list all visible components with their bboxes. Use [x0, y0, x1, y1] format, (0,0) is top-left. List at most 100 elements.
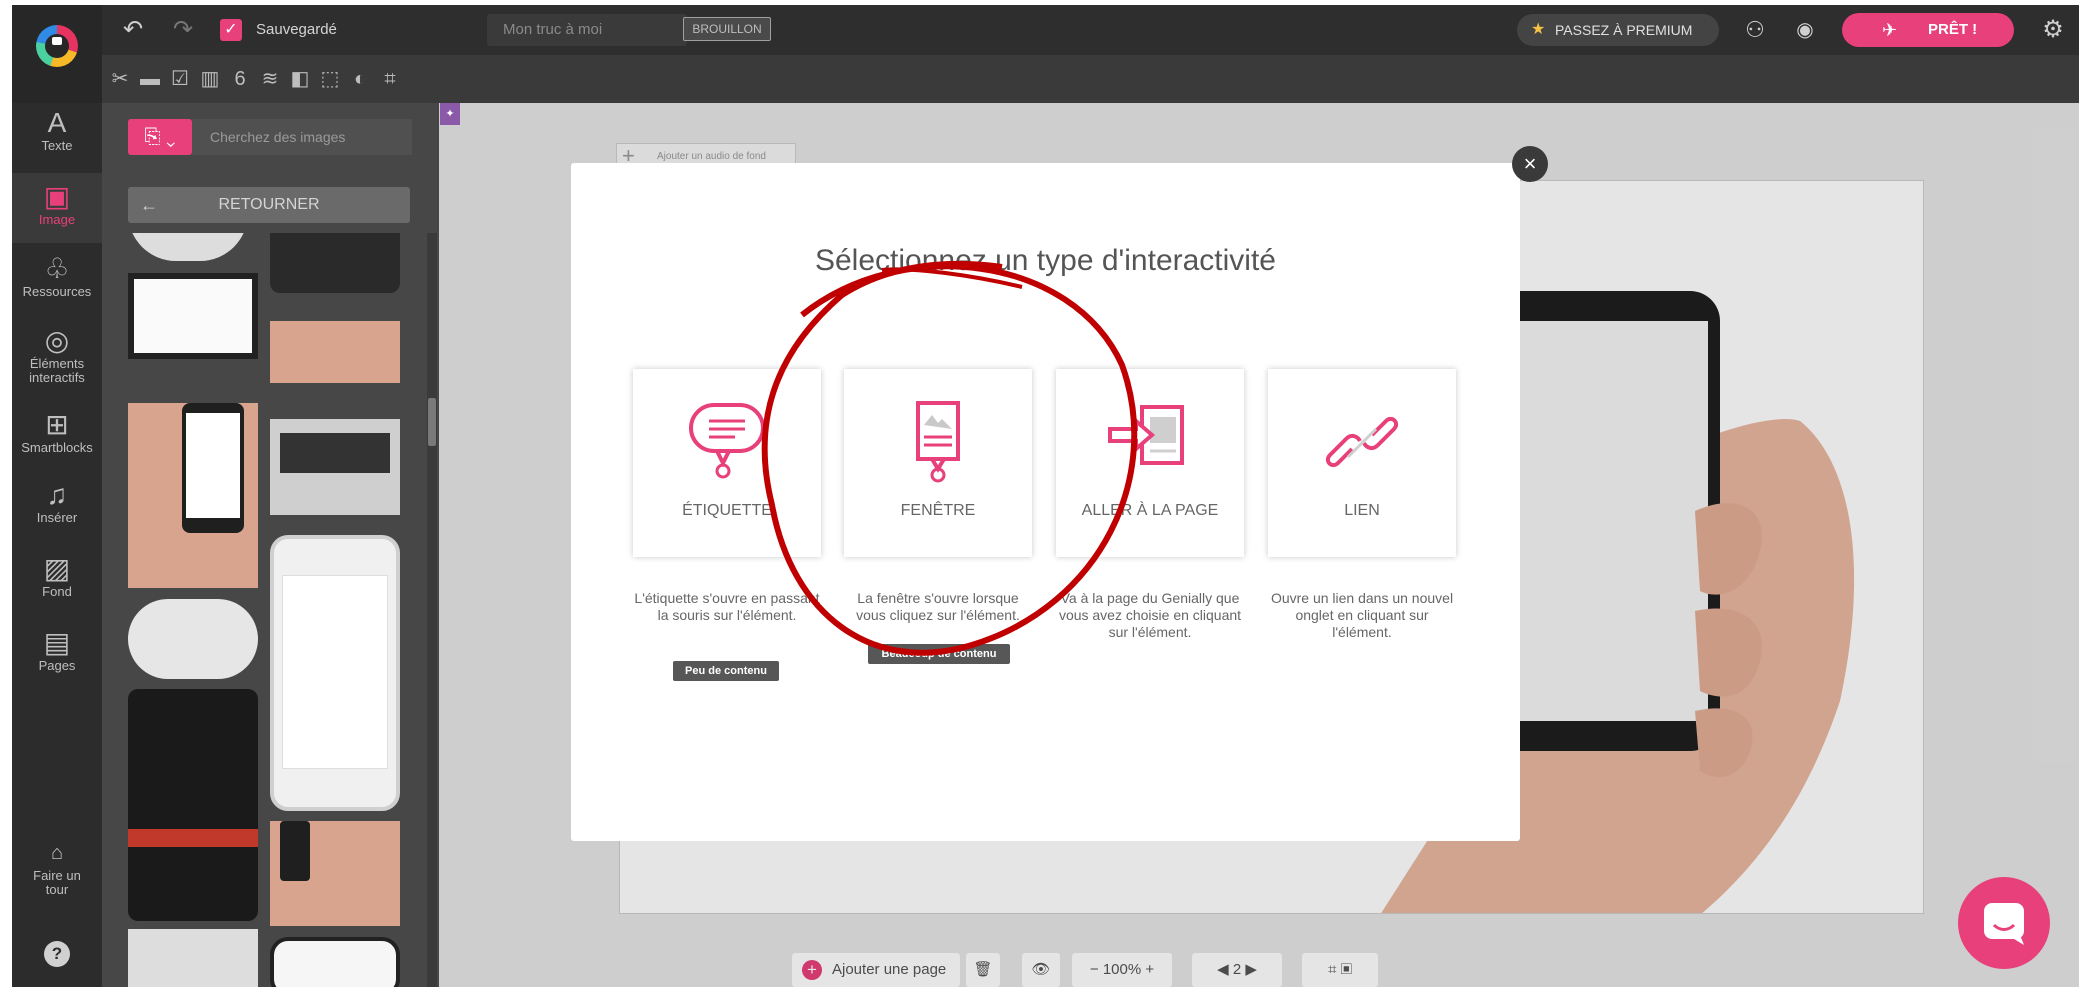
sidebar-item-label: Image	[38, 212, 76, 227]
rocket-icon: ✈	[1882, 20, 1898, 40]
top-bar: ↶ ↷ ✓ Sauvegardé Mon truc à moi BROUILLO…	[12, 5, 2079, 55]
image-thumb-lens[interactable]	[128, 689, 258, 921]
status-badge: BROUILLON	[683, 17, 771, 41]
image-thumb-phone-frame[interactable]	[270, 937, 400, 987]
sidebar-item-pages[interactable]: ▤ Pages	[12, 627, 102, 687]
image-thumb-airpod[interactable]	[128, 599, 258, 679]
delete-icon[interactable]: ▥	[196, 55, 224, 103]
settings-gear-icon[interactable]: ⚙	[2036, 5, 2070, 55]
align-icon[interactable]: ◧	[286, 55, 314, 103]
left-sidebar: A Texte ▣ Image ♧ Ressources ◎ Éléments …	[12, 103, 102, 987]
image-thumb-tablet[interactable]	[128, 273, 258, 359]
edit-toolbar: ✂ ▬ ☑ ▥ 6 ≋ ◧ ⬚ ◐ ⌗	[102, 55, 2079, 103]
option-label: ÉTIQUETTE	[682, 502, 772, 519]
tour-icon: ⌂	[50, 842, 64, 864]
pages-icon: ▤	[43, 627, 71, 658]
scrollbar[interactable]	[427, 233, 437, 987]
image-thumb-phone-hand[interactable]	[128, 403, 258, 588]
image-panel: ⎘ ⌄ Cherchez des images RETOURNER ←	[102, 103, 439, 987]
image-thumb-watch[interactable]	[270, 321, 400, 383]
sidebar-item-image[interactable]: ▣ Image	[12, 173, 102, 243]
pin-icon[interactable]: ✦	[440, 103, 460, 125]
content-tag: Peu de contenu	[673, 661, 779, 681]
resources-icon: ♧	[44, 253, 70, 284]
option-description: Ouvre un lien dans un nouvel onglet en c…	[1270, 590, 1454, 640]
lock-icon[interactable]: 6	[226, 55, 254, 103]
image-grid	[102, 233, 439, 987]
goto-page-icon	[1108, 405, 1184, 465]
sidebar-item-label: Fond	[42, 584, 72, 599]
smartblocks-icon: ⊞	[45, 409, 69, 440]
option-card-goto-page[interactable]: ALLER À LA PAGE	[1056, 369, 1244, 557]
sidebar-item-resources[interactable]: ♧ Ressources	[12, 253, 102, 313]
sidebar-item-background[interactable]: ▨ Fond	[12, 553, 102, 613]
close-icon[interactable]: ×	[1512, 146, 1548, 182]
modal-title: Sélectionnez un type d'interactivité	[814, 244, 1276, 277]
option-card-link[interactable]: LIEN	[1268, 369, 1456, 557]
paste-icon[interactable]: ☑	[166, 55, 194, 103]
sidebar-item-text[interactable]: A Texte	[12, 107, 102, 167]
preview-eye-icon[interactable]: ◉	[1788, 5, 1822, 55]
image-thumb-drone[interactable]	[128, 929, 258, 987]
image-icon: ▣	[43, 181, 71, 212]
interactivity-modal: Sélectionnez un type d'interactivité ÉTI…	[571, 163, 1520, 841]
tooltip-bubble-icon	[689, 403, 765, 479]
back-button[interactable]: RETOURNER	[128, 187, 410, 223]
content-tag: Beaucoup de contenu	[868, 644, 1010, 664]
chat-support-button[interactable]	[1958, 877, 2050, 969]
genially-logo[interactable]	[36, 25, 78, 67]
interactive-icon: ◎	[44, 325, 70, 356]
cut-icon[interactable]: ✂	[106, 55, 134, 103]
undo-icon[interactable]: ↶	[118, 5, 148, 55]
sidebar-item-label: Faire un tour	[33, 868, 81, 897]
sidebar-item-tour[interactable]: ⌂ Faire un tour	[12, 837, 102, 907]
option-card-label[interactable]: ÉTIQUETTE	[633, 369, 821, 557]
layers-icon[interactable]: ≋	[256, 55, 284, 103]
insert-icon: ♫	[46, 479, 68, 510]
image-thumb-food[interactable]	[128, 233, 248, 261]
logo-area	[12, 5, 102, 103]
ready-button[interactable]: PRÊT !	[1842, 13, 2014, 47]
sidebar-item-label: Texte	[41, 138, 73, 153]
image-thumb-laptop[interactable]	[270, 419, 400, 515]
copy-icon[interactable]: ▬	[136, 55, 164, 103]
chat-icon	[1984, 903, 2024, 945]
image-search-input[interactable]: Cherchez des images	[192, 119, 412, 155]
option-description: L'étiquette s'ouvre en passant la souris…	[634, 590, 820, 623]
transparency-icon[interactable]: ⬚	[316, 55, 344, 103]
option-description: La fenêtre s'ouvre lorsque vous cliquez …	[856, 590, 1020, 623]
crop-icon[interactable]: ⌗	[376, 55, 404, 103]
sidebar-item-smartblocks[interactable]: ⊞ Smartblocks	[12, 409, 102, 469]
option-label: LIEN	[1344, 502, 1380, 519]
option-card-window[interactable]: FENÊTRE	[844, 369, 1032, 557]
sidebar-item-label: Pages	[38, 658, 76, 673]
help-icon[interactable]: ?	[44, 941, 70, 967]
project-title-input[interactable]: Mon truc à moi	[487, 14, 687, 46]
window-document-icon	[916, 401, 960, 483]
back-arrow-icon: ←	[140, 195, 158, 215]
scrollbar-thumb[interactable]	[428, 398, 436, 446]
link-chain-icon	[1325, 416, 1399, 468]
option-label: ALLER À LA PAGE	[1081, 502, 1219, 519]
add-collaborator-icon[interactable]: ⚇	[1738, 5, 1772, 55]
option-label: FENÊTRE	[900, 502, 976, 519]
logo-mark	[52, 37, 62, 45]
background-icon: ▨	[43, 553, 71, 584]
sidebar-item-label: Ressources	[22, 284, 92, 299]
star-icon: ★	[1531, 21, 1546, 38]
app-window: Ajouter un audio de fond + + Ajouter une…	[12, 5, 2079, 987]
filter-icon[interactable]: ◐	[346, 55, 374, 103]
sidebar-item-insert[interactable]: ♫ Insérer	[12, 479, 102, 539]
upload-image-button[interactable]: ⎘ ⌄	[128, 119, 192, 155]
sidebar-item-label: Insérer	[36, 510, 78, 525]
saved-check-icon: ✓	[220, 19, 242, 41]
image-thumb-camera[interactable]	[270, 233, 400, 293]
sidebar-item-label: Smartblocks	[21, 440, 93, 455]
sidebar-item-label: Éléments interactifs	[29, 356, 85, 385]
image-thumb-phone-small[interactable]	[270, 821, 400, 926]
image-thumb-iphone[interactable]	[270, 535, 400, 811]
redo-icon[interactable]: ↷	[168, 5, 198, 55]
option-description: Va à la page du Genially que vous avez c…	[1058, 590, 1242, 640]
premium-button[interactable]: PASSEZ À PREMIUM	[1517, 14, 1719, 46]
sidebar-item-interactive[interactable]: ◎ Éléments interactifs	[12, 325, 102, 395]
